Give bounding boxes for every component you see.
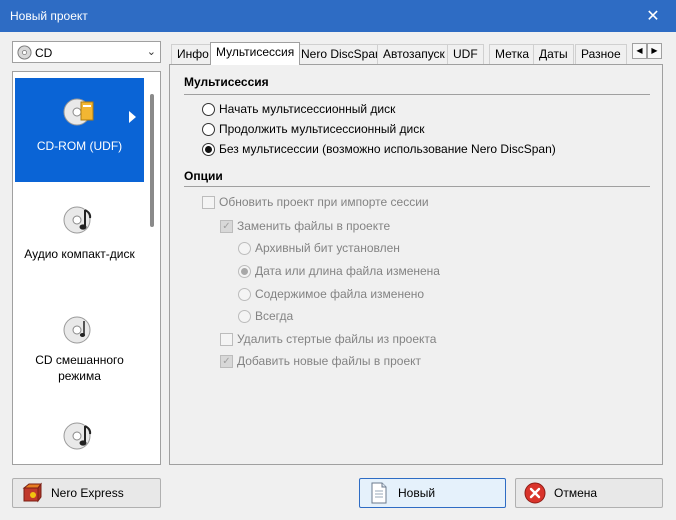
radio-button[interactable] (238, 264, 251, 278)
radio-always[interactable]: Всегда (238, 309, 293, 323)
audio-disc-icon (63, 206, 92, 234)
tab-strip: Инфо Мультисессия Nero DiscSpan Автозапу… (169, 42, 663, 65)
audio-disc-icon (63, 422, 92, 450)
checkbox[interactable]: ✓ (220, 219, 233, 233)
cancel-icon (524, 482, 546, 504)
checkbox-update-on-import[interactable]: Обновить проект при импорте сессии (202, 195, 429, 209)
new-document-icon (371, 482, 387, 504)
media-type-select[interactable]: CD ⌄ (12, 41, 161, 63)
checkbox-delete-removed-files[interactable]: Удалить стертые файлы из проекта (220, 332, 436, 346)
project-type-list[interactable]: CD-ROM (UDF) Аудио компакт-диск CD смеша… (12, 71, 161, 465)
nero-express-icon (22, 482, 42, 503)
tab-multisession[interactable]: Мультисессия (210, 42, 301, 65)
project-type-mixed-mode-cd[interactable]: CD смешанного режима (15, 304, 144, 394)
multisession-heading: Мультисессия (184, 75, 269, 89)
radio-no-multisession[interactable]: Без мультисессии (возможно использование… (202, 142, 556, 156)
tab-misc[interactable]: Разное (575, 44, 627, 64)
option-label: Продолжить мультисессионный диск (219, 122, 425, 136)
cd-disc-icon (17, 45, 32, 60)
option-label: Обновить проект при импорте сессии (219, 195, 429, 209)
checkbox-add-new-files[interactable]: ✓ Добавить новые файлы в проект (220, 354, 421, 368)
multisession-panel: Мультисессия Начать мультисессионный дис… (169, 64, 663, 465)
radio-continue-multisession[interactable]: Продолжить мультисессионный диск (202, 122, 425, 136)
cdrom-disc-icon (63, 98, 94, 126)
button-label: Nero Express (51, 486, 124, 500)
options-heading: Опции (184, 169, 223, 183)
project-type-audio-cd[interactable]: Аудио компакт-диск (15, 194, 144, 274)
new-project-dialog: Новый проект ✕ CD ⌄ CD-ROM (UDF) Аудио к… (0, 0, 676, 520)
radio-button[interactable] (202, 102, 215, 116)
option-label: Архивный бит установлен (255, 241, 400, 255)
project-type-list-item[interactable] (15, 412, 144, 464)
button-label: Новый (398, 486, 436, 500)
window-title: Новый проект (10, 9, 88, 23)
chevron-right-icon (129, 111, 136, 123)
divider (184, 186, 650, 187)
project-type-label-line1: CD смешанного (35, 353, 124, 367)
radio-button[interactable] (238, 241, 251, 255)
scrollbar-thumb[interactable] (150, 94, 154, 227)
tab-dates[interactable]: Даты (533, 44, 574, 64)
new-button[interactable]: Новый (359, 478, 506, 508)
project-type-cdrom-udf[interactable]: CD-ROM (UDF) (15, 78, 144, 182)
radio-archive-bit[interactable]: Архивный бит установлен (238, 241, 400, 255)
option-label: Дата или длина файла изменена (255, 264, 440, 278)
close-icon[interactable]: ✕ (630, 0, 676, 32)
radio-button[interactable] (238, 309, 251, 323)
project-type-label: Аудио компакт-диск (24, 247, 135, 261)
radio-start-multisession[interactable]: Начать мультисессионный диск (202, 102, 395, 116)
radio-content-changed[interactable]: Содержимое файла изменено (238, 287, 424, 301)
radio-button[interactable] (202, 122, 215, 136)
tab-udf[interactable]: UDF (447, 44, 484, 64)
checkbox[interactable] (202, 195, 215, 209)
tab-info[interactable]: Инфо (171, 44, 215, 64)
chevron-down-icon[interactable]: ⌄ (147, 45, 156, 58)
checkbox-replace-files[interactable]: ✓ Заменить файлы в проекте (220, 219, 390, 233)
tab-scroll-left-icon[interactable]: ◀ (632, 43, 647, 59)
tab-label[interactable]: Метка (489, 44, 536, 64)
radio-date-or-size-changed[interactable]: Дата или длина файла изменена (238, 264, 440, 278)
checkbox[interactable] (220, 332, 233, 346)
tab-autorun[interactable]: Автозапуск (377, 44, 451, 64)
radio-button[interactable] (202, 142, 215, 156)
project-type-label: CD-ROM (UDF) (36, 139, 123, 153)
option-label: Заменить файлы в проекте (237, 219, 391, 233)
option-label: Содержимое файла изменено (255, 287, 425, 301)
tab-scroll-right-icon[interactable]: ▶ (647, 43, 662, 59)
button-label: Отмена (554, 486, 598, 500)
option-label: Без мультисессии (возможно использование… (219, 142, 556, 156)
title-bar[interactable]: Новый проект ✕ (0, 0, 676, 32)
option-label: Добавить новые файлы в проект (237, 354, 421, 368)
media-type-value: CD (35, 46, 53, 60)
option-label: Удалить стертые файлы из проекта (237, 332, 437, 346)
project-type-label-line2: режима (58, 369, 101, 383)
checkbox[interactable]: ✓ (220, 354, 233, 368)
radio-button[interactable] (238, 287, 251, 301)
option-label: Начать мультисессионный диск (219, 102, 396, 116)
divider (184, 94, 650, 95)
cancel-button[interactable]: Отмена (515, 478, 663, 508)
nero-express-button[interactable]: Nero Express (12, 478, 161, 508)
tab-nero-discspan[interactable]: Nero DiscSpan (295, 44, 388, 64)
mixed-mode-disc-icon (63, 316, 91, 344)
option-label: Всегда (255, 309, 294, 323)
project-type-scrollbar[interactable] (145, 72, 160, 464)
